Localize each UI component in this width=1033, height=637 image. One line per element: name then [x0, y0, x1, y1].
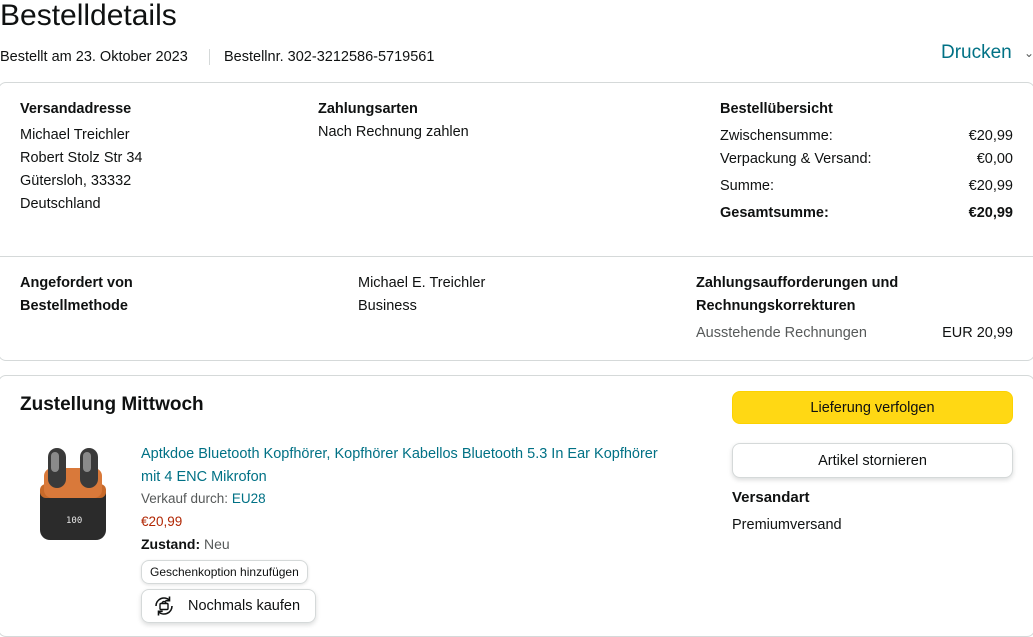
summary-heading: Bestellübersicht: [720, 101, 833, 117]
outstanding-invoices-value: EUR 20,99: [942, 325, 1013, 341]
delivery-title: Zustellung Mittwoch: [20, 394, 204, 415]
address-line: Deutschland: [20, 196, 101, 212]
track-delivery-button[interactable]: Lieferung verfolgen: [732, 391, 1013, 424]
page-title: Bestelldetails: [0, 0, 177, 32]
card-divider: [0, 256, 1033, 257]
invoices-heading-line2: Rechnungskorrekturen: [696, 298, 856, 314]
payment-heading: Zahlungsarten: [318, 101, 418, 117]
print-link[interactable]: Drucken: [941, 41, 1012, 65]
case-display-digits: 100: [66, 516, 82, 526]
shipping-type-label: Versandart: [732, 489, 810, 506]
gift-option-button[interactable]: Geschenkoption hinzufügen: [141, 560, 308, 584]
grand-total-label: Gesamtsumme:: [720, 205, 829, 221]
order-date: Bestellt am 23. Oktober 2023: [0, 49, 188, 65]
address-line: Gütersloh, 33332: [20, 173, 132, 189]
summary-value: €20,99: [968, 178, 1013, 194]
condition: Zustand: Neu: [141, 535, 230, 553]
order-method-label: Bestellmethode: [20, 298, 128, 314]
address-line: Michael Treichler: [20, 127, 130, 143]
condition-label: Zustand:: [141, 536, 201, 552]
buy-again-label: Nochmals kaufen: [188, 598, 301, 614]
order-method-value: Business: [358, 298, 417, 314]
outstanding-invoices-label: Ausstehende Rechnungen: [696, 325, 867, 341]
cancel-item-button[interactable]: Artikel stornieren: [732, 443, 1013, 478]
shipping-type-value: Premiumversand: [732, 517, 842, 533]
condition-value: Neu: [204, 536, 230, 552]
sold-by-label: Verkauf durch:: [141, 491, 229, 506]
product-title-link-line2[interactable]: mit 4 ENC Mikrofon: [141, 466, 267, 489]
address-line: Robert Stolz Str 34: [20, 150, 143, 166]
requested-by-label: Angefordert von: [20, 275, 133, 291]
item-price: €20,99: [141, 514, 183, 529]
payment-method: Nach Rechnung zahlen: [318, 124, 469, 140]
summary-label: Summe:: [720, 178, 774, 194]
order-number: Bestellnr. 302-3212586-5719561: [224, 49, 435, 65]
product-image[interactable]: 100: [36, 444, 110, 542]
seller-link[interactable]: EU28: [232, 491, 266, 506]
summary-label: Zwischensumme:: [720, 128, 833, 144]
buy-again-icon: [150, 594, 178, 618]
summary-value: €0,00: [976, 151, 1013, 167]
summary-value: €20,99: [968, 128, 1013, 144]
order-info-card: [0, 82, 1033, 361]
shipping-address-heading: Versandadresse: [20, 101, 132, 117]
summary-label: Verpackung & Versand:: [720, 151, 872, 167]
product-title-link[interactable]: Aptkdoe Bluetooth Kopfhörer, Kopfhörer K…: [141, 443, 658, 466]
sold-by: Verkauf durch: EU28: [141, 490, 266, 508]
grand-total-value: €20,99: [968, 205, 1013, 221]
buy-again-button[interactable]: Nochmals kaufen: [141, 589, 316, 623]
requested-by-value: Michael E. Treichler: [358, 275, 486, 291]
chevron-down-icon[interactable]: ⌄: [1024, 46, 1033, 60]
header-separator: [209, 49, 210, 65]
invoices-heading: Zahlungsaufforderungen und: [696, 275, 899, 291]
